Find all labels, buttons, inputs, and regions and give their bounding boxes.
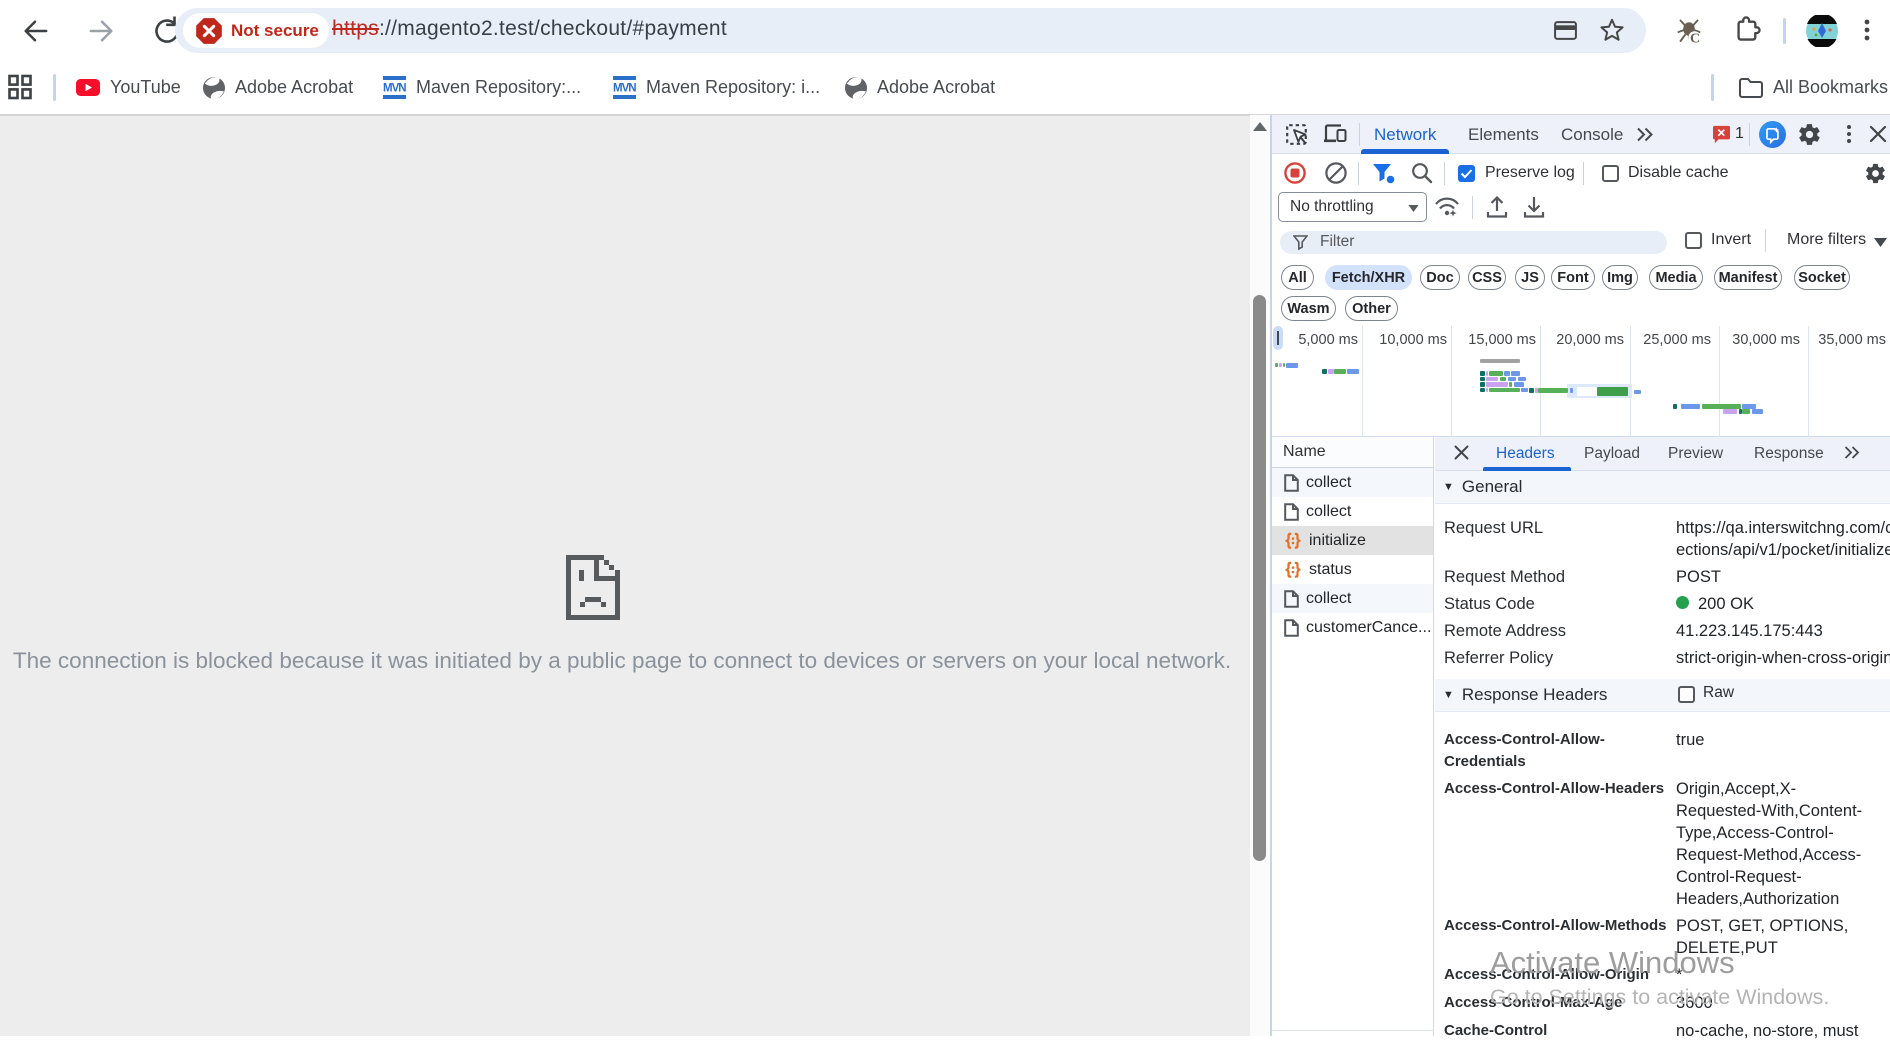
svg-text:MVN: MVN bbox=[613, 83, 636, 95]
svg-text:C: C bbox=[1690, 32, 1700, 45]
svg-text:MVN: MVN bbox=[383, 83, 406, 95]
